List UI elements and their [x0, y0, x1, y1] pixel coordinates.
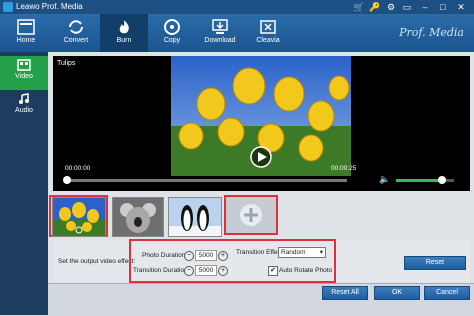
volume-slider[interactable] [396, 176, 454, 184]
video-title: Tulips [57, 60, 76, 67]
minimize-icon[interactable]: – [419, 1, 431, 13]
transition-duration-decrement[interactable]: − [184, 266, 194, 276]
photo-duration-increment[interactable]: + [218, 251, 228, 261]
chevron-down-icon: ▾ [319, 249, 323, 256]
auto-rotate-checkbox[interactable]: ✔ [268, 266, 278, 276]
nav-copy[interactable]: Copy [148, 14, 196, 52]
nav-label: Cleavia [256, 37, 280, 44]
cancel-button[interactable]: Cancel [424, 286, 470, 300]
video-player[interactable]: Tulips 00:00:00 00:00:25 🔈 [53, 56, 470, 191]
effect-settings-highlight [129, 239, 336, 283]
transition-effect-select[interactable]: Random ▾ [278, 247, 326, 258]
time-total: 00:00:25 [331, 165, 357, 172]
nav-home[interactable]: Home [2, 14, 50, 52]
volume-knob[interactable] [438, 176, 447, 184]
time-current: 00:00:00 [65, 165, 91, 172]
top-navigation: Home Convert Burn Copy Download Cleavia … [0, 14, 474, 52]
tulips-thumbnail-image [53, 202, 105, 236]
brand-logo: Prof. Media [399, 26, 464, 39]
reset-button[interactable]: Reset [404, 256, 466, 270]
nav-label: Burn [116, 37, 132, 44]
ok-button[interactable]: OK [374, 286, 420, 300]
settings-icon[interactable]: ⚙ [385, 1, 397, 13]
thumbnail-penguins[interactable] [168, 197, 222, 237]
nav-label: Download [204, 37, 236, 44]
nav-label: Home [16, 37, 36, 44]
transition-duration-input[interactable]: 5000 [195, 265, 217, 276]
nav-download[interactable]: Download [196, 14, 244, 52]
progress-knob[interactable] [63, 176, 71, 184]
transition-duration-label: Transition Duration: [133, 267, 190, 274]
chat-icon[interactable]: ▭ [401, 1, 413, 13]
video-frame [171, 56, 351, 176]
app-logo-icon [3, 2, 13, 12]
reset-all-button[interactable]: Reset All [322, 286, 368, 300]
close-icon[interactable]: ✕ [455, 1, 467, 13]
thumbnail-tulips[interactable] [52, 197, 106, 237]
photo-duration-input[interactable]: 5000 [195, 250, 217, 261]
auto-rotate-label: Auto Rotate Photo [279, 267, 333, 274]
photo-duration-decrement[interactable]: − [184, 251, 194, 261]
tulips-image [171, 56, 351, 176]
volume-icon[interactable]: 🔈 [379, 174, 390, 184]
nav-label: Copy [163, 37, 181, 44]
key-icon[interactable]: 🔑 [369, 1, 381, 13]
nav-cleavia[interactable]: Cleavia [244, 14, 292, 52]
convert-icon [69, 20, 83, 34]
penguins-thumbnail-image [169, 198, 221, 236]
sidebar-item-label: Audio [15, 107, 33, 114]
checkmark-icon: ✔ [270, 267, 276, 274]
title-bar: Leawo Prof. Media 🛒 🔑 ⚙ ▭ – □ ✕ [0, 0, 474, 14]
photo-duration-label: Photo Duration: [142, 252, 188, 259]
progress-bar[interactable] [63, 176, 347, 184]
sidebar-item-video[interactable]: Video [0, 56, 48, 90]
plus-icon [240, 204, 262, 226]
koala-thumbnail-image [113, 198, 163, 236]
nav-burn[interactable]: Burn [100, 14, 148, 52]
cart-icon[interactable]: 🛒 [353, 1, 365, 13]
volume-fill [396, 179, 443, 182]
home-icon [17, 19, 35, 35]
film-icon [17, 59, 31, 71]
thumbnail-koala[interactable] [112, 197, 164, 237]
sidebar-item-audio[interactable]: Audio [0, 90, 48, 124]
music-note-icon [19, 93, 29, 104]
download-icon [212, 19, 228, 34]
nav-label: Convert [63, 37, 89, 44]
cleavia-icon [260, 20, 276, 34]
sidebar-item-label: Video [15, 73, 33, 80]
window-title: Leawo Prof. Media [16, 2, 83, 11]
disc-icon [164, 19, 180, 35]
effect-section-label: Set the output video effect: [58, 258, 136, 265]
maximize-icon[interactable]: □ [437, 1, 449, 13]
transition-effect-value: Random [281, 249, 306, 256]
transition-duration-increment[interactable]: + [218, 266, 228, 276]
nav-convert[interactable]: Convert [52, 14, 100, 52]
flame-icon [119, 20, 129, 34]
add-photo-button[interactable] [224, 195, 278, 235]
sidebar: Video Audio [0, 52, 48, 315]
